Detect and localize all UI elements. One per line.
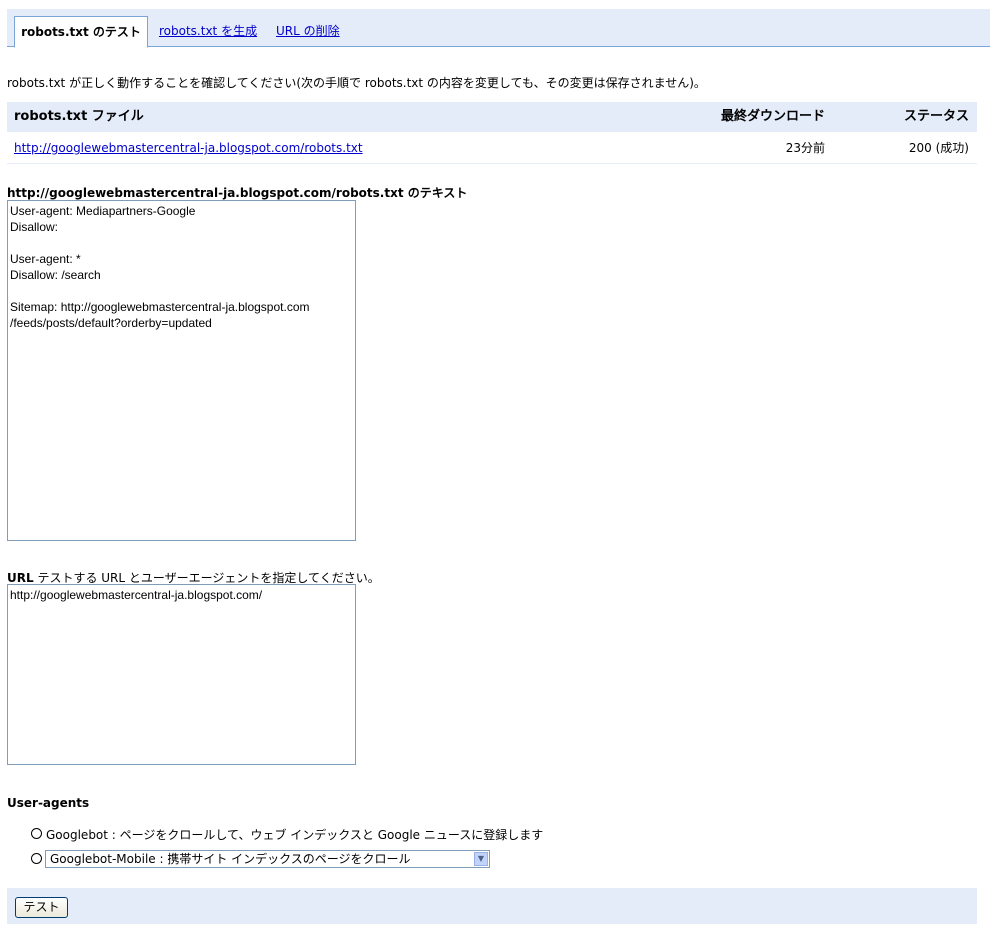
footer-bar: テスト (7, 888, 977, 924)
intro-text: robots.txt が正しく動作することを確認してください(次の手順で rob… (7, 76, 706, 90)
tab-bar: robots.txt のテスト robots.txt を生成 URL の削除 (7, 9, 990, 48)
tab-url-removal[interactable]: URL の削除 (276, 16, 340, 46)
tab-robots-test[interactable]: robots.txt のテスト (14, 16, 148, 48)
status-value: 200 (成功) (908, 141, 969, 155)
downloaded-time: 23分前 (785, 141, 825, 155)
test-button[interactable]: テスト (15, 897, 68, 918)
header-status: ステータス (903, 109, 969, 124)
header-file: robots.txt ファイル (14, 109, 144, 124)
option-googlebot-label: Googlebot : ページをクロールして、ウェブ インデックスと Googl… (46, 828, 544, 842)
robots-textarea[interactable]: User-agent: Mediapartners-Google Disallo… (7, 200, 356, 541)
select-value: Googlebot-Mobile : 携帯サイト インデックスのページをクロール (50, 852, 411, 866)
mobile-agent-select[interactable]: Googlebot-Mobile : 携帯サイト インデックスのページをクロール… (45, 850, 490, 868)
robots-file-link[interactable]: http://googlewebmastercentral-ja.blogspo… (14, 141, 363, 155)
chevron-down-icon[interactable]: ▼ (474, 852, 488, 866)
table-row: http://googlewebmastercentral-ja.blogspo… (7, 133, 977, 164)
tab-robots-generate-link[interactable]: robots.txt を生成 (159, 24, 257, 38)
robots-text-label: http://googlewebmastercentral-ja.blogspo… (7, 186, 468, 200)
radio-googlebot[interactable] (31, 828, 42, 839)
table-header: robots.txt ファイル 最終ダウンロード ステータス (7, 102, 977, 132)
tab-url-removal-link[interactable]: URL の削除 (276, 24, 340, 38)
url-label-rest: テストする URL とユーザーエージェントを指定してください。 (33, 571, 380, 585)
radio-googlebot-mobile[interactable] (31, 853, 42, 864)
url-label-bold: URL (7, 571, 34, 585)
url-textarea[interactable]: http://googlewebmastercentral-ja.blogspo… (7, 584, 356, 765)
user-agents-title: User-agents (7, 796, 90, 810)
tab-robots-generate[interactable]: robots.txt を生成 (159, 16, 257, 46)
header-downloaded: 最終ダウンロード (720, 109, 825, 124)
